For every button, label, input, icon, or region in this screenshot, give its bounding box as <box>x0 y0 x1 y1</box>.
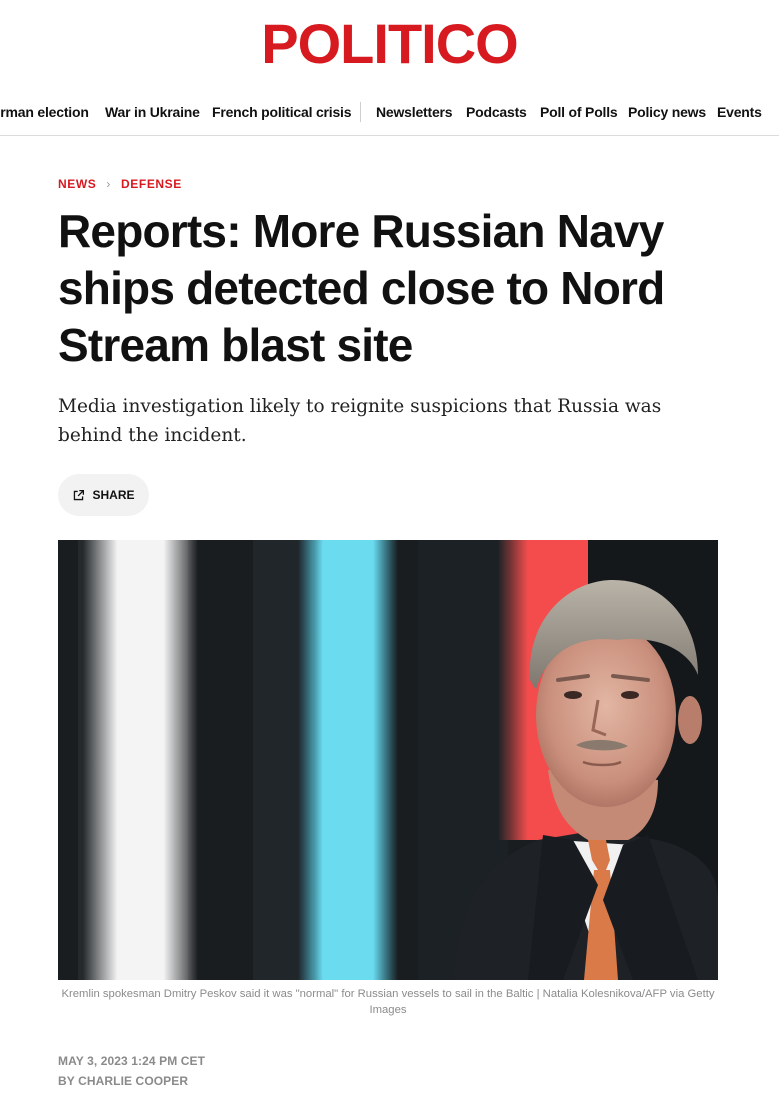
publish-date: MAY 3, 2023 1:24 PM CET <box>58 1054 206 1068</box>
author-byline[interactable]: BY CHARLIE COOPER <box>58 1074 188 1088</box>
nav-item-events[interactable]: Events <box>717 90 762 134</box>
breadcrumb: NEWS › DEFENSE <box>58 177 182 191</box>
politico-logo[interactable]: POLITICO <box>0 12 779 76</box>
nav-item-policy-news[interactable]: Policy news <box>628 90 706 134</box>
breadcrumb-news[interactable]: NEWS <box>58 177 96 191</box>
article-dek: Media investigation likely to reignite s… <box>58 396 662 446</box>
share-label: SHARE <box>92 488 135 502</box>
share-button[interactable]: SHARE <box>58 474 149 516</box>
nav-item-french-political-crisis[interactable]: French political crisis <box>212 90 352 134</box>
article-headline: Reports: More Russian Navy ships detecte… <box>58 205 665 371</box>
article-hero-image <box>58 540 718 980</box>
nav-item-war-in-ukraine[interactable]: War in Ukraine <box>105 90 200 134</box>
breadcrumb-defense[interactable]: DEFENSE <box>121 177 182 191</box>
nav-item-german-election[interactable]: German election <box>0 90 89 134</box>
nav-divider <box>360 102 361 122</box>
top-navigation: German election War in Ukraine French po… <box>0 90 779 136</box>
photo-caption: Kremlin spokesman Dmitry Peskov said it … <box>61 988 715 1016</box>
nav-item-podcasts[interactable]: Podcasts <box>466 90 527 134</box>
chevron-right-icon: › <box>106 177 112 191</box>
nav-item-newsletters[interactable]: Newsletters <box>376 90 453 134</box>
article-photo <box>58 540 718 980</box>
nav-item-poll-of-polls[interactable]: Poll of Polls <box>540 90 618 134</box>
share-external-icon <box>74 489 85 500</box>
